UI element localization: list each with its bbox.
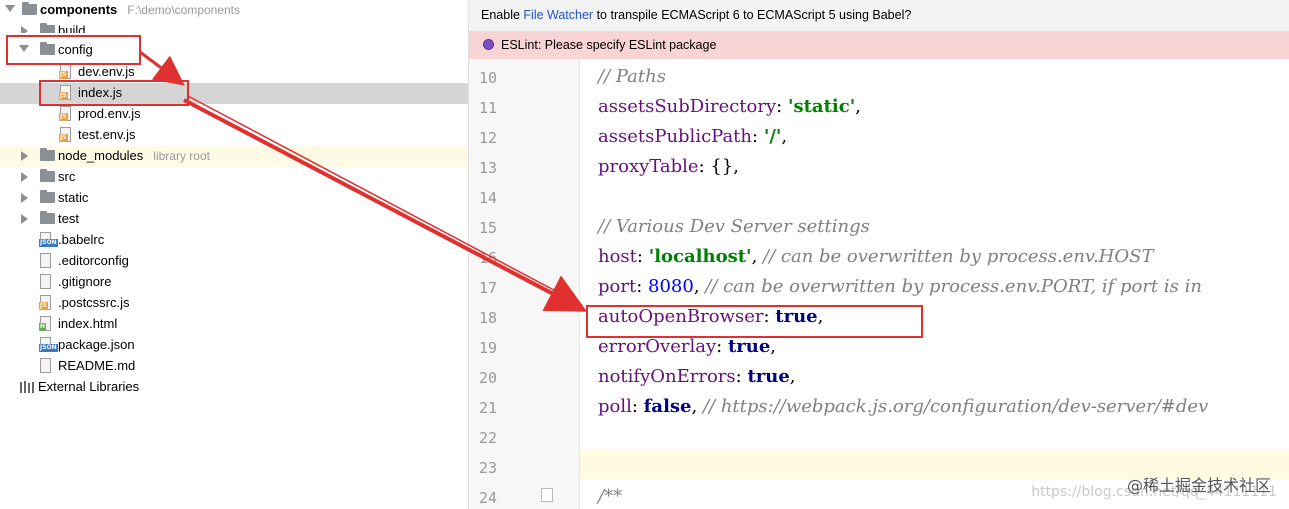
tree-item-label: test xyxy=(58,211,79,226)
folder-icon xyxy=(40,211,55,224)
folder-icon xyxy=(40,190,55,203)
file-watcher-link[interactable]: File Watcher xyxy=(523,8,593,22)
folder-icon xyxy=(40,169,55,182)
tree-item-label: src xyxy=(58,169,76,184)
line-number: 13 xyxy=(478,159,497,177)
line-number: 21 xyxy=(478,399,497,417)
tree-item-test[interactable]: test xyxy=(0,209,468,230)
eslint-warning-text[interactable]: ESLint: Please specify ESLint package xyxy=(501,31,716,59)
line-number: 10 xyxy=(478,69,497,87)
annotation-box-autoopenbrowser xyxy=(586,305,923,338)
line-number: 15 xyxy=(478,219,497,237)
root-path: F:\demo\components xyxy=(127,3,241,17)
tree-item-label: static xyxy=(58,190,89,205)
tree-item-label: .gitignore xyxy=(58,274,112,289)
html-file-icon: H xyxy=(39,316,51,331)
line-number: 24 xyxy=(478,489,497,507)
banner-suffix: to transpile ECMAScript 6 to ECMAScript … xyxy=(593,8,912,22)
code-line-17[interactable]: port: 8080, // can be overwritten by pro… xyxy=(598,276,1202,297)
tree-item-readme-md[interactable]: README.md xyxy=(0,356,468,377)
tree-item-test-env-js[interactable]: JS test.env.js xyxy=(0,125,468,146)
chevron-right-icon[interactable] xyxy=(21,172,28,182)
eslint-icon xyxy=(483,39,494,50)
tree-item-gitignore[interactable]: .gitignore xyxy=(0,272,468,293)
line-number: 14 xyxy=(478,189,497,207)
tree-item-build[interactable]: build xyxy=(0,21,468,33)
tree-item-editorconfig[interactable]: .editorconfig xyxy=(0,251,468,272)
banner-prefix: Enable xyxy=(481,8,524,22)
line-number: 22 xyxy=(478,429,497,447)
code-line-20[interactable]: notifyOnErrors: true, xyxy=(598,366,796,387)
tree-item-label: index.html xyxy=(58,316,118,331)
watermark-brand: @稀土掘金技术社区 xyxy=(1126,476,1271,495)
folder-icon xyxy=(40,148,55,161)
line-number: 18 xyxy=(478,309,497,327)
js-file-icon: JS xyxy=(59,106,71,121)
library-root-hint: library root xyxy=(153,149,210,163)
project-tree: components F:\demo\components build confi… xyxy=(0,0,468,509)
text-file-icon xyxy=(40,358,51,373)
tree-item-external-libraries[interactable]: External Libraries xyxy=(0,377,468,398)
eslint-warning-banner: ESLint: Please specify ESLint package xyxy=(469,31,1289,59)
tree-item-label: .babelrc xyxy=(58,232,105,247)
file-watcher-banner: Enable File Watcher to transpile ECMAScr… xyxy=(469,0,1289,32)
code-line-16[interactable]: host: 'localhost', // can be overwritten… xyxy=(598,246,1153,267)
chevron-right-icon[interactable] xyxy=(21,151,28,161)
gutter: 10 11 12 13 14 15 16 17 18 19 20 21 22 2… xyxy=(469,59,580,509)
text-file-icon xyxy=(40,274,51,289)
tree-item-label: External Libraries xyxy=(38,379,140,394)
line-number: 23 xyxy=(478,459,497,477)
line-number: 11 xyxy=(478,99,497,117)
code-line-15[interactable]: // Various Dev Server settings xyxy=(598,216,870,237)
code-line-13[interactable]: proxyTable: {}, xyxy=(598,156,739,177)
code-editor: Enable File Watcher to transpile ECMAScr… xyxy=(468,0,1289,509)
tree-item-label: node_modules xyxy=(58,148,144,163)
tree-item-babelrc[interactable]: JSON .babelrc xyxy=(0,230,468,251)
annotation-box-index-js xyxy=(39,80,189,106)
tree-item-label: test.env.js xyxy=(78,127,136,142)
folder-icon xyxy=(40,23,55,33)
tree-item-label: prod.env.js xyxy=(78,106,141,121)
line-number: 20 xyxy=(478,369,497,387)
tree-item-prod-env-js[interactable]: JS prod.env.js xyxy=(0,104,468,125)
chevron-right-icon[interactable] xyxy=(21,26,28,33)
tree-item-src[interactable]: src xyxy=(0,167,468,188)
tree-item-label: .postcssrc.js xyxy=(58,295,130,310)
chevron-right-icon[interactable] xyxy=(21,214,28,224)
js-file-icon: JS xyxy=(39,295,51,310)
code-line-11[interactable]: assetsSubDirectory: 'static', xyxy=(598,96,861,117)
line-number: 17 xyxy=(478,279,497,297)
js-file-icon: JS xyxy=(59,127,71,142)
code-line-12[interactable]: assetsPublicPath: '/', xyxy=(598,126,787,147)
json-file-icon: JSON xyxy=(39,337,58,352)
root-name: components xyxy=(40,2,118,17)
chevron-right-icon[interactable] xyxy=(21,193,28,203)
tree-item-index-html[interactable]: H index.html xyxy=(0,314,468,335)
code-line-24[interactable]: /** xyxy=(598,486,622,507)
tree-item-package-json[interactable]: JSON package.json xyxy=(0,335,468,356)
line-number: 12 xyxy=(478,129,497,147)
chevron-down-icon[interactable] xyxy=(5,5,15,12)
code-line-10[interactable]: // Paths xyxy=(598,66,666,87)
tree-root[interactable]: components F:\demo\components xyxy=(0,0,468,21)
libraries-icon xyxy=(20,381,34,393)
fold-marker-icon[interactable] xyxy=(541,488,553,502)
tree-item-label: package.json xyxy=(58,337,135,352)
js-file-icon: JS xyxy=(59,64,71,79)
text-file-icon xyxy=(40,253,51,268)
json-file-icon: JSON xyxy=(39,232,58,247)
folder-icon xyxy=(22,2,37,15)
annotation-box-config xyxy=(6,35,141,65)
tree-item-postcssrc-js[interactable]: JS .postcssrc.js xyxy=(0,293,468,314)
code-line-21[interactable]: poll: false, // https://webpack.js.org/c… xyxy=(598,396,1208,417)
line-number: 16 xyxy=(478,249,497,267)
tree-item-label: dev.env.js xyxy=(78,64,135,79)
tree-item-static[interactable]: static xyxy=(0,188,468,209)
line-number: 19 xyxy=(478,339,497,357)
tree-item-label: README.md xyxy=(58,358,136,373)
tree-item-label: build xyxy=(58,23,86,33)
code-line-19[interactable]: errorOverlay: true, xyxy=(598,336,776,357)
tree-item-node-modules[interactable]: node_modules library root xyxy=(0,146,468,167)
tree-item-label: .editorconfig xyxy=(58,253,129,268)
